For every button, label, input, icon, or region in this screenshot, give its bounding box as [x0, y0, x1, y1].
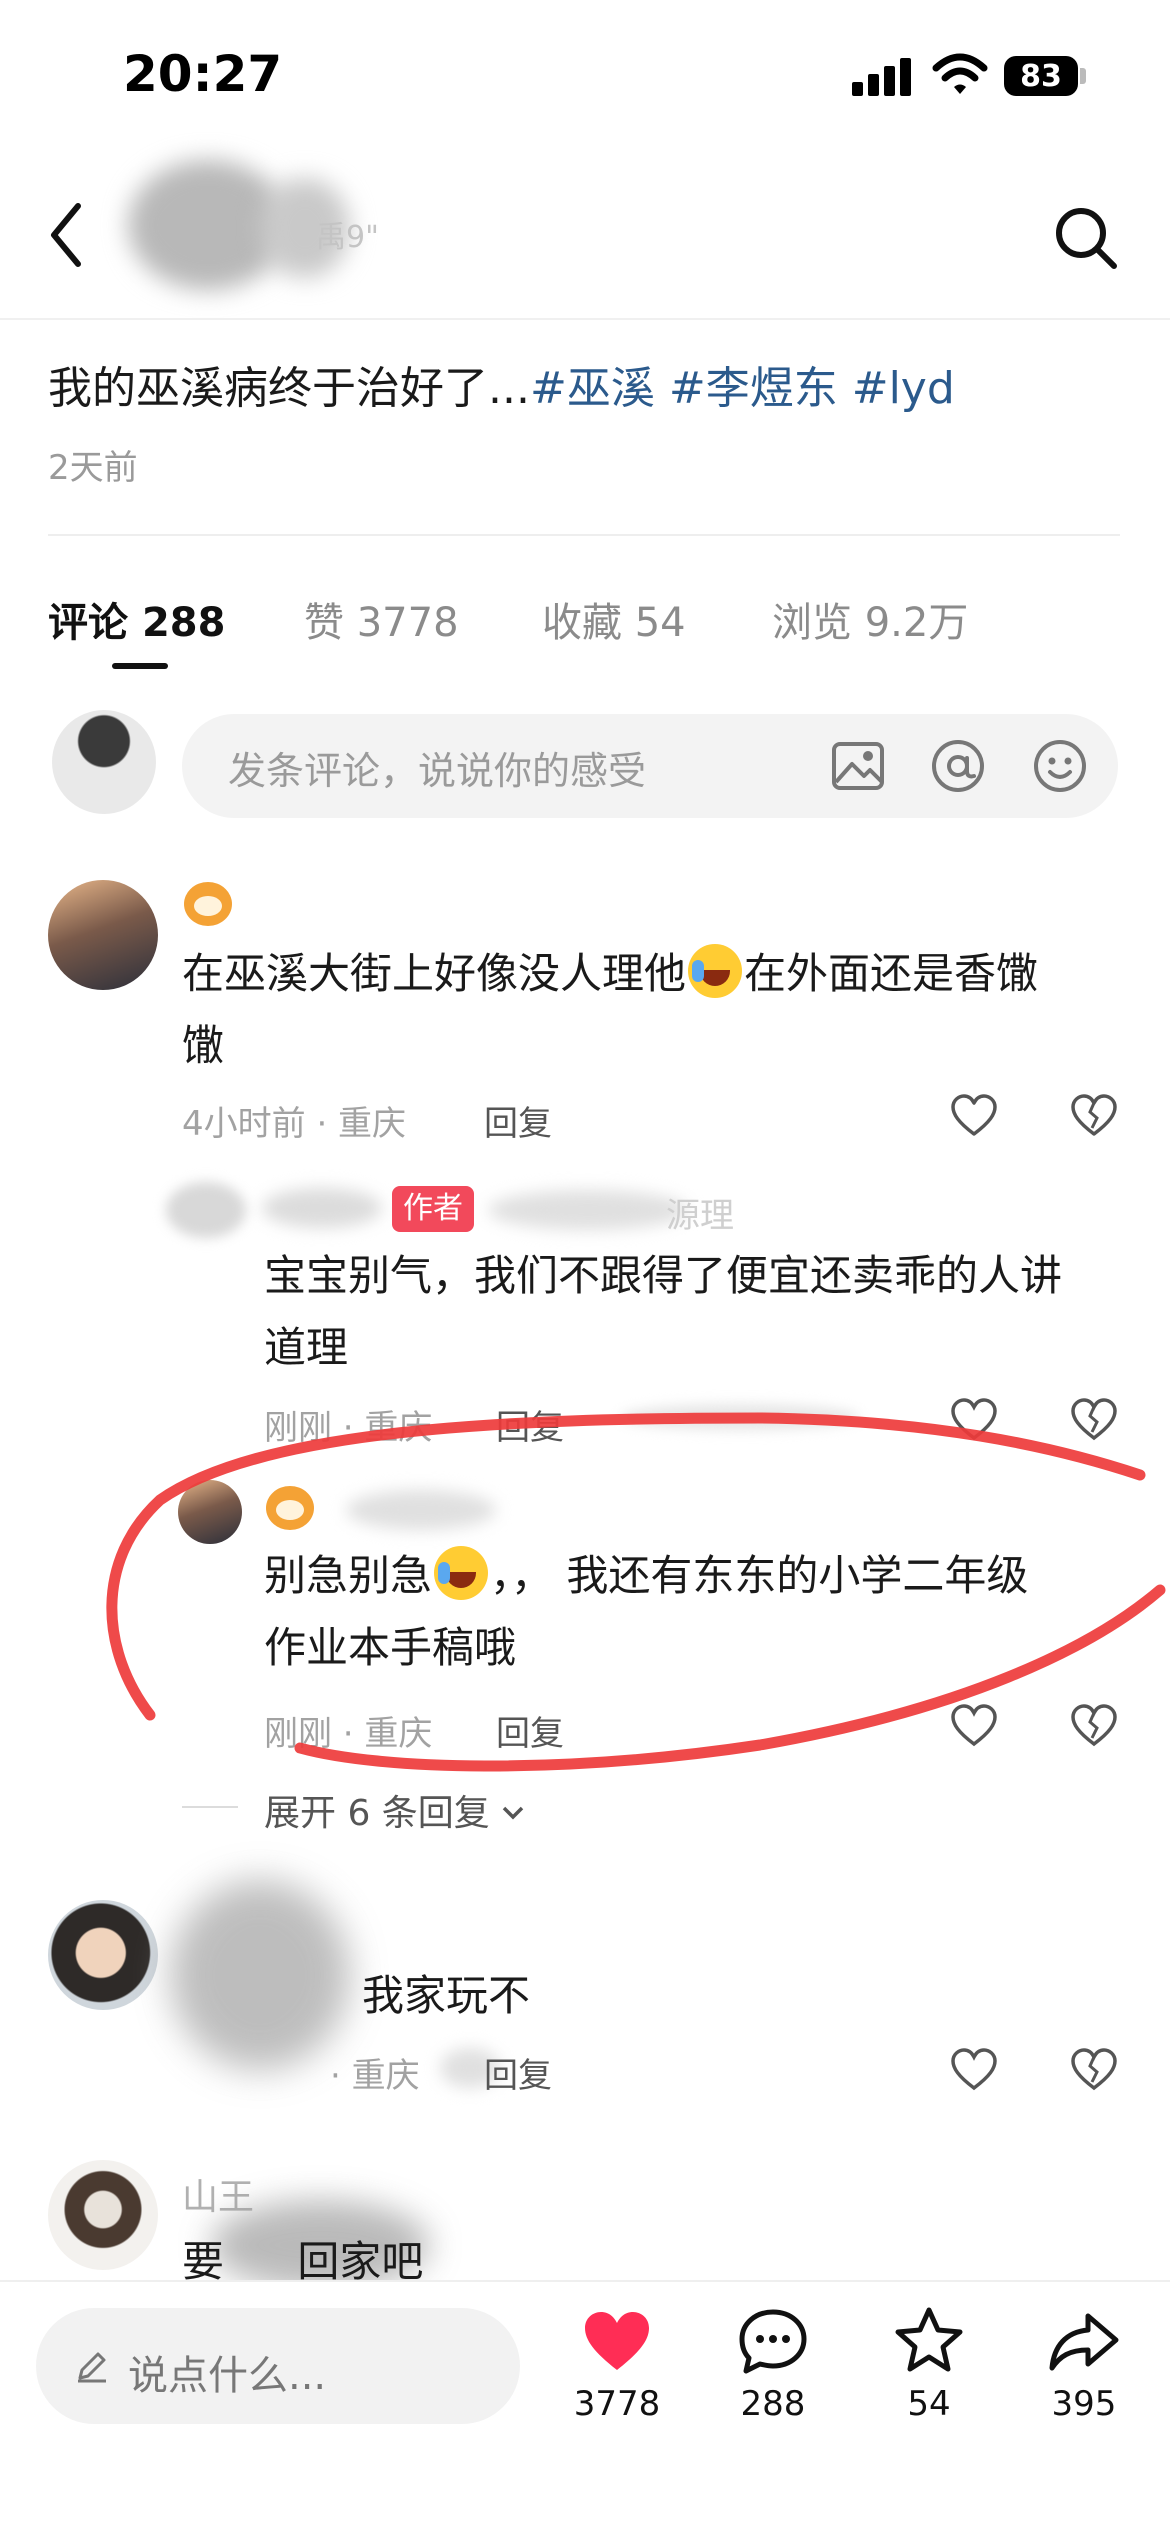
post-divider — [48, 534, 1120, 536]
dislike-heart-icon[interactable] — [1070, 1398, 1118, 1442]
tab-views-label: 浏览 — [772, 600, 852, 646]
tab-likes-label: 赞 — [304, 600, 344, 646]
comment-text-a: 我家玩不 — [362, 1971, 531, 2020]
tab-views-count: 9.2万 — [864, 600, 969, 646]
tiger-emoji-icon — [184, 882, 232, 926]
like-heart-icon[interactable] — [950, 1398, 998, 1442]
tab-views[interactable]: 浏览 9.2万 — [772, 590, 968, 648]
image-icon[interactable] — [830, 738, 886, 794]
say-something-placeholder[interactable]: 说点什么... — [128, 2343, 326, 2401]
reply-text-b: ，， 我还有东东的小学二年级 — [490, 1551, 1029, 1600]
reply-button[interactable]: 回复 — [496, 1706, 564, 1755]
author-badge: 作者 — [392, 1186, 474, 1232]
comment-text-a: 要 — [182, 2237, 225, 2286]
commenter-avatar[interactable] — [48, 1900, 158, 2010]
tab-likes-count: 3778 — [356, 600, 459, 646]
favorites-count: 54 — [907, 2384, 951, 2424]
shares-count: 395 — [1051, 2384, 1117, 2424]
current-user-avatar[interactable] — [52, 710, 156, 814]
blurred-reply-name — [262, 1188, 382, 1228]
share-arrow-icon[interactable] — [1048, 2310, 1120, 2374]
author-reply-avatar[interactable] — [166, 1182, 246, 1238]
post-time: 2天前 — [48, 448, 138, 488]
author-name-partial: 禹9" — [316, 220, 379, 255]
header-divider — [0, 318, 1170, 320]
tab-comments-count: 288 — [141, 600, 226, 646]
reply-text-c: 作业本手稿哦 — [264, 1623, 517, 1672]
reply-button[interactable]: 回复 — [496, 1400, 564, 1449]
blurred-reply-name-3 — [346, 1490, 496, 1530]
crying-laughing-emoji-icon — [434, 1546, 489, 1600]
expand-replies-label: 展开 6 条回复 — [264, 1793, 490, 1834]
comment-text: 在巫溪大街上好像没人理他 在外面还是香馓馓 — [182, 938, 1112, 1082]
dislike-heart-icon[interactable] — [1070, 2048, 1118, 2092]
search-icon[interactable] — [1052, 204, 1122, 274]
battery-cap — [1080, 68, 1086, 84]
comment-bubble-icon[interactable] — [738, 2308, 808, 2376]
bottom-bar-divider — [0, 2280, 1170, 2282]
chevron-down-icon — [503, 1806, 524, 1820]
favorite-star-icon[interactable] — [894, 2306, 964, 2374]
tab-comments-label: 评论 — [48, 600, 128, 646]
reply-text-a: 宝宝别气，我们不跟得了便宜还卖乖的人讲 — [264, 1251, 1063, 1300]
comment-input-placeholder[interactable]: 发条评论，说说你的感受 — [228, 740, 646, 795]
likes-count: 3778 — [573, 2384, 661, 2424]
cellular-signal-icon — [852, 56, 912, 96]
comment-meta: 4小时前 · 重庆 — [182, 1104, 407, 1144]
hashtag-liyudong[interactable]: #李煜东 — [669, 363, 838, 414]
comment-text-b: 回家吧 — [297, 2237, 424, 2286]
reply-text-b: 道理 — [264, 1323, 349, 1372]
status-time: 20:27 — [123, 45, 283, 103]
reply-button[interactable]: 回复 — [484, 1096, 552, 1145]
comment-text: 我家玩不 — [362, 1960, 530, 2032]
active-tab-indicator — [112, 663, 168, 669]
battery-icon: 83 — [1004, 56, 1078, 96]
tab-favorites-count: 54 — [634, 600, 686, 646]
wifi-icon — [932, 53, 988, 94]
commenter-avatar[interactable] — [48, 880, 158, 990]
reply-text: 宝宝别气，我们不跟得了便宜还卖乖的人讲 道理 — [264, 1240, 1124, 1384]
expand-replies-button[interactable]: 展开 6 条回复 — [264, 1784, 525, 1836]
tab-comments[interactable]: 评论 288 — [48, 590, 225, 648]
hashtag-lyd[interactable]: #lyd — [852, 363, 955, 414]
comment-text-b: 在外面还是香馓 — [744, 949, 1039, 998]
post-title-text: 我的巫溪病终于治好了... — [48, 363, 530, 414]
comment-text-c: 馓 — [182, 1021, 225, 1070]
reply-name-partial: 源理 — [666, 1196, 734, 1236]
tab-favorites[interactable]: 收藏 54 — [542, 590, 686, 648]
like-filled-heart-icon[interactable] — [582, 2310, 652, 2374]
pencil-icon — [78, 2352, 106, 2383]
like-heart-icon[interactable] — [950, 1094, 998, 1138]
blurred-reply-name-2 — [488, 1190, 688, 1230]
tab-favorites-label: 收藏 — [542, 600, 622, 646]
mention-icon[interactable] — [930, 738, 986, 794]
crying-laughing-emoji-icon — [688, 944, 743, 998]
reply-text-a: 别急别急 — [264, 1551, 433, 1600]
blurred-comment-text — [170, 1880, 350, 2070]
reply-text: 别急别急 ，， 我还有东东的小学二年级作业本手稿哦 — [264, 1540, 1124, 1684]
comment-meta: · 重庆 — [330, 2056, 420, 2096]
commenter-avatar[interactable] — [48, 2160, 158, 2270]
like-heart-icon[interactable] — [950, 2048, 998, 2092]
emoji-icon[interactable] — [1032, 738, 1088, 794]
reply-meta: 刚刚 · 重庆 — [264, 1408, 433, 1448]
comments-count: 288 — [740, 2384, 806, 2424]
reply-meta: 刚刚 · 重庆 — [264, 1714, 433, 1754]
blurred-redaction — [620, 1404, 860, 1430]
reply-button[interactable]: 回复 — [484, 2048, 552, 2097]
like-heart-icon[interactable] — [950, 1704, 998, 1748]
expand-replies-line — [182, 1806, 238, 1808]
reply-commenter-avatar[interactable] — [178, 1480, 242, 1544]
tab-likes[interactable]: 赞 3778 — [304, 590, 459, 648]
hashtag-wuxi[interactable]: #巫溪 — [530, 363, 655, 414]
dislike-heart-icon[interactable] — [1070, 1704, 1118, 1748]
battery-level: 83 — [1020, 59, 1062, 94]
back-arrow-icon[interactable] — [46, 200, 86, 270]
comment-text-a: 在巫溪大街上好像没人理他 — [182, 949, 687, 998]
tiger-emoji-icon — [266, 1486, 314, 1530]
dislike-heart-icon[interactable] — [1070, 1094, 1118, 1138]
post-title: 我的巫溪病终于治好了...#巫溪 #李煜东 #lyd — [48, 352, 955, 416]
